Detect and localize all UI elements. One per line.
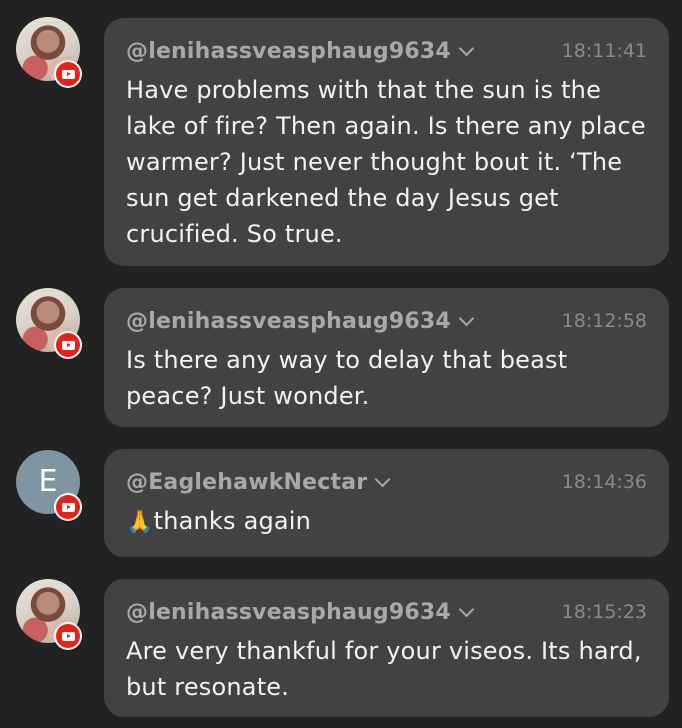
youtube-icon xyxy=(54,493,82,521)
message-bubble: @lenihassveasphaug9634 18:15:23 Are very… xyxy=(104,579,669,717)
author-name[interactable]: @lenihassveasphaug9634 xyxy=(126,39,451,64)
message-text: Have problems with that the sun is the l… xyxy=(126,76,646,248)
chevron-down-icon[interactable] xyxy=(375,471,391,487)
author-name[interactable]: @lenihassveasphaug9634 xyxy=(126,600,451,625)
chevron-down-icon[interactable] xyxy=(458,40,475,56)
message-bubble: @lenihassveasphaug9634 18:12:58 Is there… xyxy=(104,288,669,427)
message-text: Are very thankful for your viseos. Its h… xyxy=(126,637,642,701)
message-header: @lenihassveasphaug9634 18:11:41 xyxy=(126,38,647,64)
youtube-icon xyxy=(54,60,82,88)
youtube-icon xyxy=(54,331,82,359)
message-bubble: @lenihassveasphaug9634 18:11:41 Have pro… xyxy=(104,18,669,266)
praying-hands-icon: 🙏 xyxy=(126,510,154,535)
message-bubble: @EaglehawkNectar 18:14:36 🙏thanks again xyxy=(104,449,669,557)
timestamp: 18:14:36 xyxy=(561,471,647,493)
timestamp: 18:11:41 xyxy=(561,40,647,62)
chevron-down-icon[interactable] xyxy=(458,310,475,326)
avatar-letter: E xyxy=(38,464,58,499)
author-name[interactable]: @EaglehawkNectar xyxy=(126,470,367,495)
timestamp: 18:15:23 xyxy=(561,601,647,623)
message-text-body: thanks again xyxy=(153,507,312,535)
chat-feed: @lenihassveasphaug9634 18:11:41 Have pro… xyxy=(0,0,682,728)
youtube-icon xyxy=(54,622,82,650)
message-text: Is there any way to delay that beast pea… xyxy=(126,346,568,410)
message-header: @lenihassveasphaug9634 18:15:23 xyxy=(126,599,647,625)
message-header: @lenihassveasphaug9634 18:12:58 xyxy=(126,308,647,334)
timestamp: 18:12:58 xyxy=(561,310,647,332)
chevron-down-icon[interactable] xyxy=(458,601,475,617)
message-text: 🙏thanks again xyxy=(126,503,647,539)
message-header: @EaglehawkNectar 18:14:36 xyxy=(126,469,647,495)
author-name[interactable]: @lenihassveasphaug9634 xyxy=(126,309,451,334)
